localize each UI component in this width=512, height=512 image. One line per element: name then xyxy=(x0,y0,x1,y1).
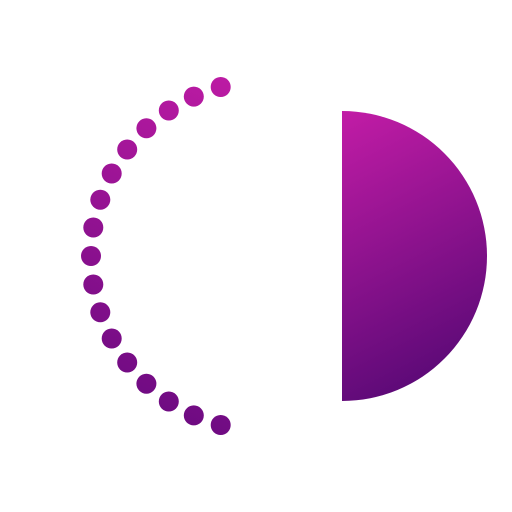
app-icon xyxy=(0,0,512,512)
arc-dot xyxy=(101,163,122,184)
arc-dot xyxy=(101,328,122,349)
arc-dot xyxy=(83,274,104,295)
arc-dot xyxy=(158,100,179,121)
arc-dot xyxy=(117,139,138,160)
half-circle-shape xyxy=(342,111,487,401)
arc-dot xyxy=(210,77,231,97)
dotted-arc xyxy=(81,77,231,435)
arc-dot xyxy=(158,391,179,412)
arc-dot xyxy=(183,405,204,426)
arc-dot xyxy=(136,373,157,394)
logo-mark xyxy=(81,77,487,435)
arc-dot xyxy=(83,217,104,238)
arc-dot xyxy=(210,415,231,435)
arc-dot xyxy=(90,189,111,210)
arc-dot xyxy=(183,86,204,107)
arc-dot xyxy=(81,246,101,266)
arc-dot xyxy=(90,302,111,323)
arc-dot xyxy=(136,118,157,139)
arc-dot xyxy=(117,352,138,373)
